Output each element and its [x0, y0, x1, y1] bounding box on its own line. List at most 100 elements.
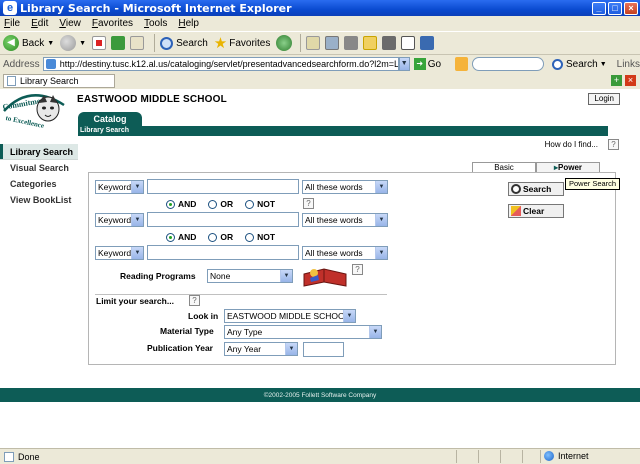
publication-year-label: Publication Year: [147, 343, 213, 353]
help-icon[interactable]: ?: [303, 198, 314, 209]
match-select-3[interactable]: All these words ▼: [302, 246, 388, 260]
radio-and-1[interactable]: AND: [166, 199, 196, 209]
radio-or-2[interactable]: OR: [208, 232, 233, 242]
edit-icon[interactable]: [344, 36, 359, 50]
how-do-i-link[interactable]: How do I find...: [545, 140, 598, 149]
magnifier-icon: [511, 184, 521, 194]
nav-view-booklist[interactable]: View BookList: [0, 192, 78, 208]
favorites-label: Favorites: [229, 37, 271, 49]
reading-programs-select[interactable]: None ▼: [207, 269, 293, 283]
radio-not-1[interactable]: NOT: [245, 199, 275, 209]
look-in-value: EASTWOOD MIDDLE SCHOOL: [227, 311, 350, 321]
mail-icon[interactable]: [306, 36, 321, 50]
field-select-2[interactable]: Keyword ▼: [95, 213, 144, 227]
refresh-icon[interactable]: [111, 36, 126, 50]
address-label: Address: [3, 58, 40, 70]
minimize-icon[interactable]: _: [592, 1, 606, 15]
print-icon[interactable]: [325, 36, 340, 50]
radio-label: OR: [220, 199, 234, 209]
match-select-2[interactable]: All these words ▼: [302, 213, 388, 227]
links-label[interactable]: Links: [617, 59, 640, 70]
close-tab-icon[interactable]: ×: [625, 75, 636, 86]
toolbar: ◀ Back ▼ ▼ Search ★ Favorites: [0, 31, 640, 55]
web-search-button[interactable]: Search ▼: [552, 58, 607, 70]
history-icon[interactable]: [276, 35, 293, 51]
address-dropdown-icon[interactable]: ▼: [398, 57, 410, 71]
status-divider: [522, 450, 523, 463]
radio-label: NOT: [257, 232, 276, 242]
tab-basic[interactable]: Basic: [472, 162, 536, 172]
material-type-value: Any Type: [227, 327, 263, 337]
clear-button[interactable]: Clear: [508, 204, 564, 218]
page-icon: [4, 451, 14, 462]
field-select-3-value: Keyword: [98, 248, 132, 258]
radio-and-2[interactable]: AND: [166, 232, 196, 242]
menu-view[interactable]: View: [59, 18, 81, 29]
research-icon[interactable]: [382, 36, 397, 50]
browser-tab[interactable]: Library Search: [3, 74, 115, 88]
folder-icon[interactable]: [363, 36, 378, 50]
material-type-label: Material Type: [160, 326, 214, 336]
close-icon[interactable]: ×: [624, 1, 638, 15]
publication-year-input[interactable]: [303, 342, 344, 357]
reading-program-book-icon: [303, 268, 347, 287]
search-input-2[interactable]: [147, 212, 299, 227]
menu-favorites[interactable]: Favorites: [92, 18, 133, 29]
menu-help[interactable]: Help: [178, 18, 199, 29]
back-dropdown-icon[interactable]: ▼: [47, 40, 54, 47]
toolbar-addon-icon[interactable]: [455, 57, 468, 71]
chevron-down-icon: ▼: [369, 326, 381, 338]
radio-or-1[interactable]: OR: [208, 199, 233, 209]
help-icon[interactable]: ?: [608, 139, 619, 150]
menu-tools[interactable]: Tools: [144, 18, 167, 29]
search-button[interactable]: Search: [508, 182, 564, 196]
address-input[interactable]: http://destiny.tusc.k12.al.us/cataloging…: [42, 57, 399, 71]
nav-visual-search[interactable]: Visual Search: [0, 160, 78, 176]
help-icon[interactable]: ?: [352, 264, 363, 275]
match-select-2-value: All these words: [305, 215, 363, 225]
go-button[interactable]: ➜ Go: [413, 58, 442, 70]
messenger-icon[interactable]: [420, 36, 435, 50]
operator-group-2: AND OR NOT: [166, 232, 287, 242]
chevron-down-icon: ▼: [131, 247, 143, 259]
school-name: EASTWOOD MIDDLE SCHOOL: [77, 94, 227, 105]
tab-power[interactable]: ▸Power: [536, 162, 600, 172]
match-select-1[interactable]: All these words ▼: [302, 180, 388, 194]
search-label: Search: [176, 37, 208, 49]
look-in-select[interactable]: EASTWOOD MIDDLE SCHOOL ▼: [224, 309, 356, 323]
maximize-icon[interactable]: □: [608, 1, 622, 15]
reading-programs-label: Reading Programs: [120, 271, 196, 281]
screenshot-icon[interactable]: [401, 36, 416, 50]
favorites-button[interactable]: ★ Favorites: [214, 34, 271, 52]
menu-edit[interactable]: Edit: [31, 18, 48, 29]
go-label: Go: [427, 58, 442, 70]
menu-file[interactable]: File: [4, 18, 20, 29]
search-input-3[interactable]: [147, 245, 299, 260]
back-button[interactable]: ◀ Back ▼: [3, 35, 54, 51]
tab-catalog[interactable]: Catalog: [78, 112, 142, 126]
publication-year-select[interactable]: Any Year ▼: [224, 342, 298, 356]
radio-label: AND: [178, 199, 197, 209]
web-search-input[interactable]: [471, 57, 545, 71]
forward-button[interactable]: ▼: [60, 35, 86, 51]
material-type-select[interactable]: Any Type ▼: [224, 325, 382, 339]
new-tab-icon[interactable]: +: [611, 75, 622, 86]
nav-categories[interactable]: Categories: [0, 176, 78, 192]
operator-group-1: AND OR NOT: [166, 199, 287, 209]
search-input-1[interactable]: [147, 179, 299, 194]
radio-label: AND: [178, 232, 197, 242]
field-select-1[interactable]: Keyword ▼: [95, 180, 144, 194]
home-icon[interactable]: [130, 36, 145, 50]
nav-library-search[interactable]: Library Search: [0, 144, 78, 159]
field-select-3[interactable]: Keyword ▼: [95, 246, 144, 260]
address-bar: Address http://destiny.tusc.k12.al.us/ca…: [0, 56, 640, 72]
ie-logo-icon: e: [3, 1, 17, 15]
login-button[interactable]: Login: [588, 93, 620, 105]
radio-label: OR: [220, 232, 234, 242]
toolbar-separator: [154, 34, 156, 52]
radio-not-2[interactable]: NOT: [245, 232, 275, 242]
search-button[interactable]: Search: [160, 36, 208, 50]
help-icon[interactable]: ?: [189, 295, 200, 306]
stop-icon[interactable]: [92, 36, 107, 50]
security-zone: Internet: [544, 451, 589, 461]
